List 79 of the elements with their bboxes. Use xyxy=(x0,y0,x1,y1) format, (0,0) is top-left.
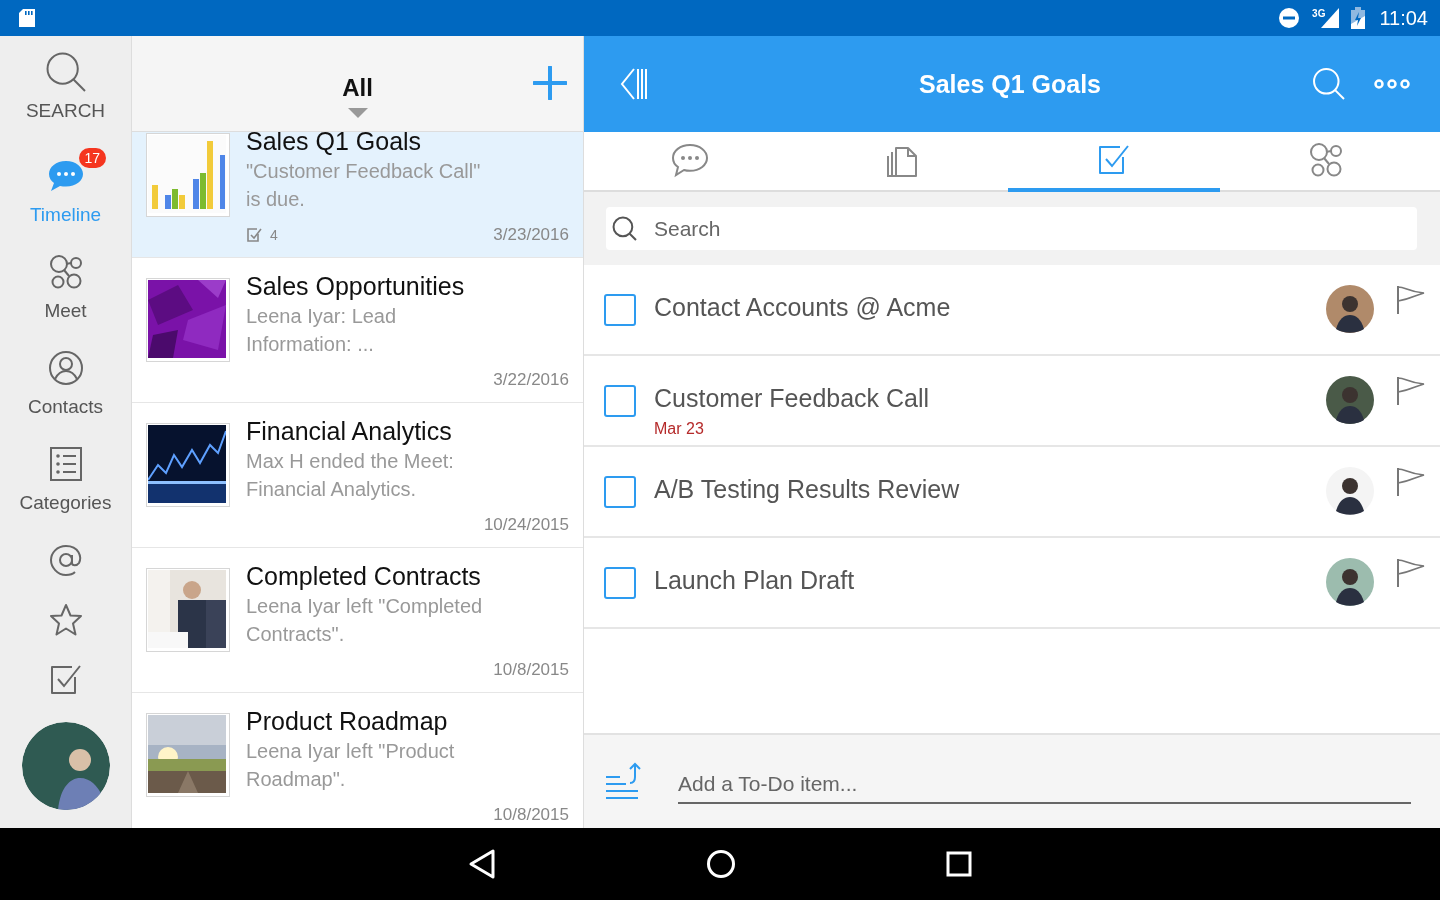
conversation-item[interactable]: Sales Opportunities Leena Iyar: Lead Information: ... 3/22/2016 xyxy=(132,258,583,403)
avatar xyxy=(1326,376,1374,424)
todo-item[interactable]: Customer Feedback Call Mar 23 xyxy=(584,356,1440,447)
conversation-title: Financial Analytics xyxy=(246,416,453,447)
date: 10/8/2015 xyxy=(493,660,569,680)
todo-title: Launch Plan Draft xyxy=(654,565,856,596)
sidebar-item[interactable]: 17 Timeline xyxy=(5,146,126,242)
back-icon[interactable] xyxy=(468,848,496,880)
avatar xyxy=(1326,285,1374,333)
date: 10/24/2015 xyxy=(483,515,569,535)
plus-icon xyxy=(533,65,567,100)
filter-dropdown[interactable]: All xyxy=(182,47,533,120)
more-icon[interactable] xyxy=(1374,78,1410,90)
battery-icon xyxy=(1351,7,1366,29)
checkbox[interactable] xyxy=(604,567,636,599)
flag-icon[interactable] xyxy=(1396,558,1426,588)
conversation-title: Completed Contracts xyxy=(246,561,482,592)
message-preview: Leena Iyar: Lead Information: ... xyxy=(246,304,398,357)
checkbox-icon[interactable] xyxy=(48,663,83,697)
date: 3/22/2016 xyxy=(493,370,569,390)
input-field[interactable]: Add a To-Do item... xyxy=(678,765,1411,804)
todo-count: 4 xyxy=(270,227,278,243)
avatar xyxy=(1326,467,1374,515)
add-button[interactable] xyxy=(533,65,567,100)
checkbox[interactable] xyxy=(604,294,636,326)
message-preview: Leena Iyar left "Completed Contracts". xyxy=(246,594,484,647)
contact-icon xyxy=(47,350,84,386)
do-not-disturb-icon xyxy=(1278,7,1301,29)
recents-icon[interactable] xyxy=(946,851,972,877)
message-preview: "Customer Feedback Call" is due. xyxy=(246,159,482,212)
conversation-title: Sales Opportunities xyxy=(246,271,466,302)
avatar xyxy=(1326,558,1374,606)
flag-icon[interactable] xyxy=(1396,376,1426,406)
checkbox-icon xyxy=(1097,143,1131,177)
search-icon xyxy=(44,51,87,93)
avatar[interactable] xyxy=(21,722,110,810)
list-icon xyxy=(48,446,83,482)
chat-bubble-icon xyxy=(46,159,85,193)
todo-item[interactable]: A/B Testing Results Review xyxy=(584,447,1440,538)
due-date: Mar 23 xyxy=(654,420,705,438)
conversation-title: Sales Q1 Goals xyxy=(246,132,423,157)
collapse-panel-icon[interactable] xyxy=(620,67,648,101)
todo-title: Contact Accounts @ Acme xyxy=(654,292,952,323)
date: 10/8/2015 xyxy=(493,805,569,825)
conversation-item[interactable]: Completed Contracts Leena Iyar left "Completed Contracts". 10/8/2015 xyxy=(132,548,583,693)
home-icon[interactable] xyxy=(706,849,736,879)
todo-item[interactable]: Contact Accounts @ Acme xyxy=(584,265,1440,356)
checkbox[interactable] xyxy=(604,385,636,417)
network-type: 3G xyxy=(1312,8,1326,19)
flag-icon[interactable] xyxy=(1396,285,1426,315)
sd-card-icon xyxy=(18,8,36,28)
caret-icon xyxy=(347,107,368,120)
todo-title: A/B Testing Results Review xyxy=(654,474,961,505)
message-preview: Max H ended the Meet: Financial Analytics. xyxy=(246,449,455,502)
checkbox[interactable] xyxy=(604,476,636,508)
notification-badge: 17 xyxy=(78,148,107,168)
conversation-title: Sales Q1 Goals xyxy=(917,69,1102,99)
todo-item[interactable]: Launch Plan Draft xyxy=(584,538,1440,629)
sidebar-item[interactable]: Categories xyxy=(5,434,126,530)
search-field[interactable]: Search xyxy=(606,207,1417,250)
meet-icon xyxy=(47,254,84,290)
star-icon[interactable] xyxy=(48,603,83,637)
sidebar-item[interactable]: Meet xyxy=(5,242,126,338)
conversation-item[interactable]: Sales Q1 Goals "Customer Feedback Call" is due. 4 3/23/2016 xyxy=(132,132,583,258)
conversation-title: Product Roadmap xyxy=(246,706,449,737)
message-preview: Leena Iyar left "Product Roadmap". xyxy=(246,739,456,792)
chat-icon xyxy=(670,142,710,178)
sidebar-item[interactable]: Contacts xyxy=(5,338,126,434)
meet-icon xyxy=(1308,142,1344,178)
clock: 11:04 xyxy=(1379,6,1428,30)
checkbox-icon xyxy=(246,227,262,243)
search-icon xyxy=(612,215,638,242)
search-icon[interactable] xyxy=(1312,67,1346,101)
date: 3/23/2016 xyxy=(493,225,569,245)
flag-icon[interactable] xyxy=(1396,467,1426,497)
todo-title: Customer Feedback Call xyxy=(654,383,931,414)
at-sign-icon[interactable] xyxy=(47,542,84,578)
sidebar-item[interactable]: SEARCH xyxy=(5,50,126,146)
conversation-item[interactable]: Financial Analytics Max H ended the Meet: Financial Analytics. 10/24/2015 xyxy=(132,403,583,548)
